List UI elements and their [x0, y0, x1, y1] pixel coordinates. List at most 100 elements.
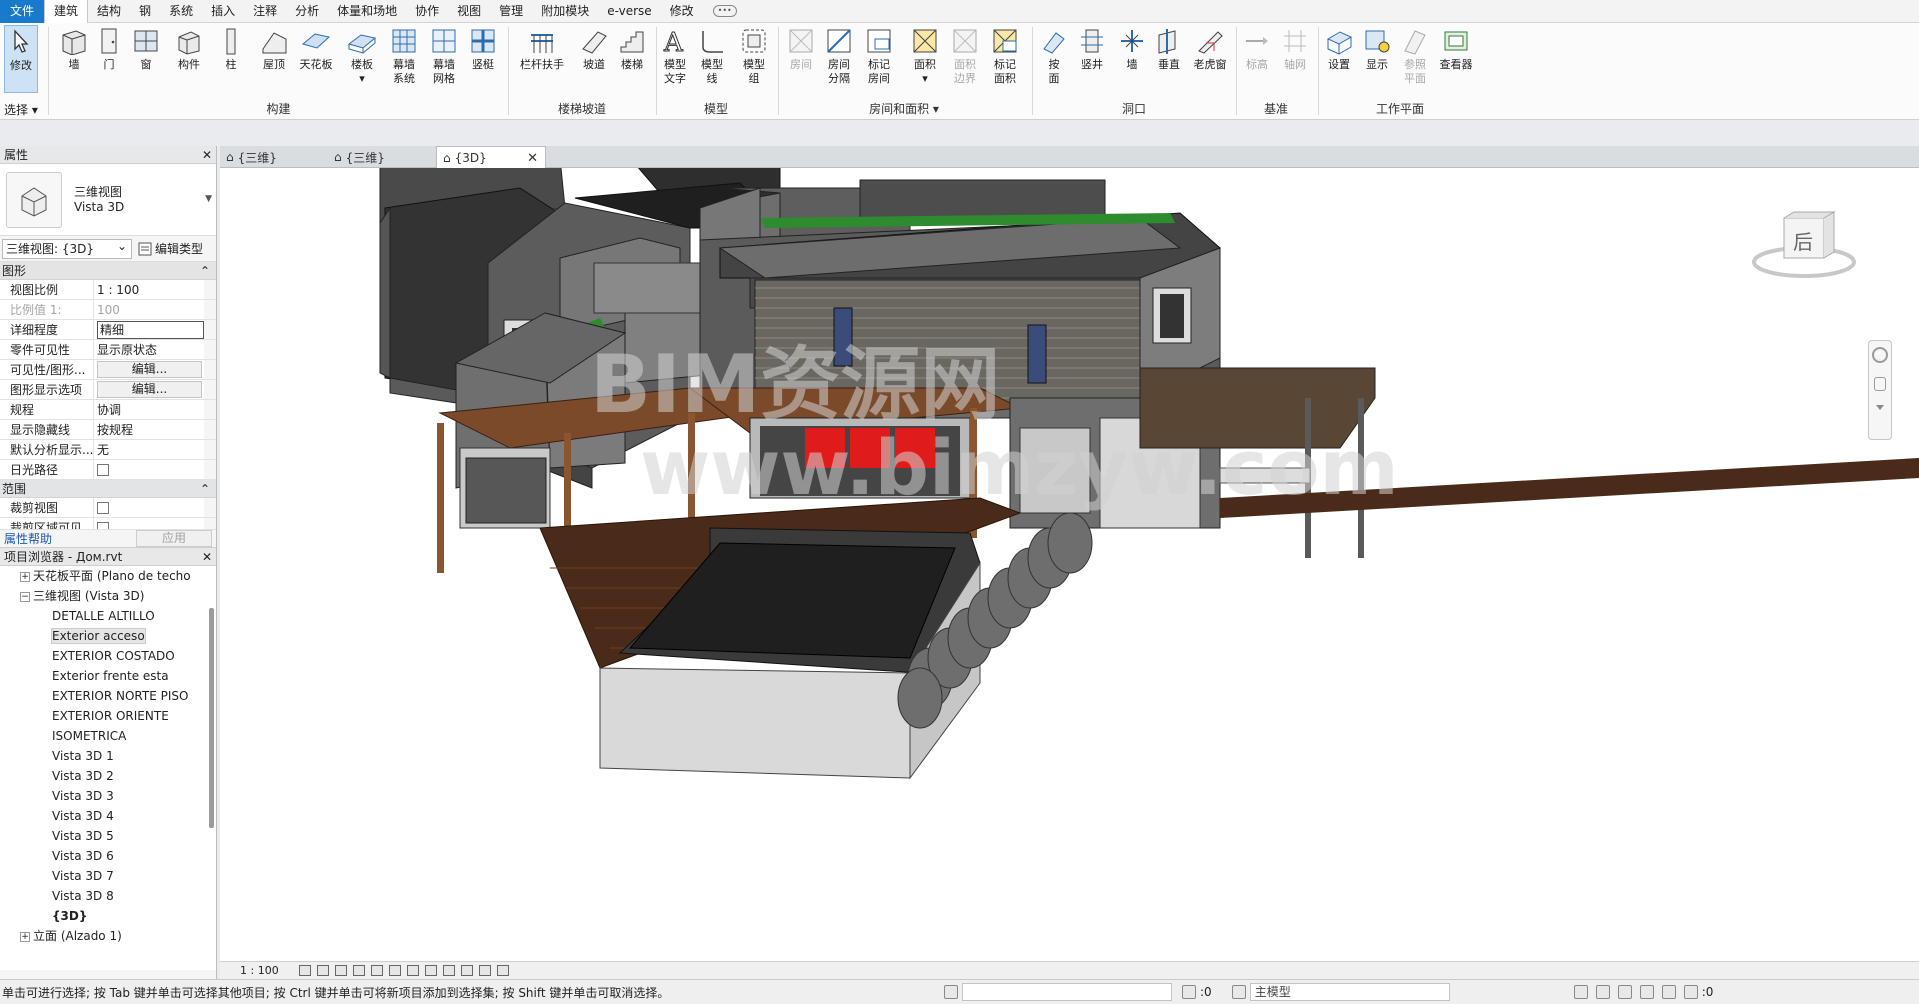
- level-button[interactable]: 标高: [1240, 25, 1274, 72]
- section-graphics[interactable]: 图形 ⌃: [0, 262, 216, 280]
- menu-tab[interactable]: 体量和场地: [328, 0, 406, 23]
- menu-tab[interactable]: 修改: [661, 0, 703, 23]
- window-button[interactable]: 窗: [130, 25, 162, 72]
- column-button[interactable]: 柱: [216, 25, 246, 72]
- temporary-hide-icon[interactable]: [442, 965, 455, 976]
- model-group-button[interactable]: 模型 组: [736, 25, 772, 86]
- menu-tab[interactable]: 分析: [286, 0, 328, 23]
- tree-item[interactable]: Vista 3D 1: [0, 746, 216, 766]
- section-extents[interactable]: 范围 ⌃: [0, 480, 216, 498]
- area-button[interactable]: 面积 ▾: [906, 25, 944, 86]
- wall-opening-button[interactable]: 墙: [1116, 25, 1148, 72]
- zoom-icon[interactable]: [1874, 377, 1886, 391]
- floor-button[interactable]: 楼板 ▾: [344, 25, 380, 86]
- expand-toggle-icon[interactable]: +: [20, 931, 30, 942]
- close-icon[interactable]: ✕: [202, 148, 212, 162]
- property-value[interactable]: [94, 460, 204, 479]
- menu-tab[interactable]: 协作: [406, 0, 448, 23]
- property-value[interactable]: 按规程: [94, 420, 204, 439]
- property-value[interactable]: 1 : 100: [94, 280, 204, 299]
- tree-item[interactable]: {3D}: [0, 906, 216, 926]
- tree-item[interactable]: Vista 3D 7: [0, 866, 216, 886]
- room-area-group[interactable]: 房间和面积 ▾: [784, 100, 1024, 117]
- crop-view-icon[interactable]: [388, 965, 401, 976]
- tree-item[interactable]: + 天花板平面 (Plano de techo: [0, 566, 216, 586]
- set-work-plane-button[interactable]: 设置: [1322, 25, 1356, 72]
- sun-path-checkbox[interactable]: [97, 464, 109, 476]
- expand-toggle-icon[interactable]: +: [20, 571, 30, 582]
- menu-file[interactable]: 文件: [0, 0, 45, 23]
- property-value[interactable]: 显示原状态: [94, 340, 204, 359]
- reference-plane-button[interactable]: 参照 平面: [1398, 25, 1432, 86]
- property-value[interactable]: 编辑...: [94, 380, 204, 399]
- drag-elements-icon[interactable]: [1661, 985, 1676, 999]
- menu-tab[interactable]: 钢: [130, 0, 160, 23]
- vertical-opening-button[interactable]: 垂直: [1152, 25, 1186, 72]
- property-value[interactable]: 协调: [94, 400, 204, 419]
- expand-toggle-icon[interactable]: −: [20, 591, 30, 602]
- property-value[interactable]: 100: [94, 300, 204, 319]
- area-boundary-button[interactable]: 面积 边界: [948, 25, 982, 86]
- select-links-icon[interactable]: [1573, 985, 1588, 999]
- edit-button[interactable]: 编辑...: [97, 361, 202, 378]
- room-separator-button[interactable]: 房间 分隔: [822, 25, 856, 86]
- tree-item[interactable]: + 立面 (Alzado 1): [0, 926, 216, 946]
- chevron-down-icon[interactable]: [1876, 405, 1884, 410]
- menu-tab[interactable]: 结构: [88, 0, 130, 23]
- room-button[interactable]: 房间: [784, 25, 818, 72]
- highlight-displacement-icon[interactable]: [496, 965, 509, 976]
- select-by-face-icon[interactable]: [1639, 985, 1654, 999]
- stair-button[interactable]: 楼梯: [616, 25, 648, 72]
- edit-type-button[interactable]: 编辑类型: [138, 240, 203, 257]
- view-tab[interactable]: ⌂ {三维}: [220, 146, 326, 168]
- crop-region-icon[interactable]: [406, 965, 419, 976]
- extent-checkbox[interactable]: [97, 522, 109, 529]
- tree-item[interactable]: Vista 3D 8: [0, 886, 216, 906]
- ramp-button[interactable]: 坡道: [578, 25, 610, 72]
- select-dropdown[interactable]: 选择 ▾: [4, 101, 38, 118]
- property-value[interactable]: 精细: [94, 320, 204, 339]
- ribbon-toggle-icon[interactable]: •••: [712, 5, 737, 17]
- filter-icon[interactable]: [1683, 985, 1698, 999]
- editable-icon[interactable]: [1182, 985, 1196, 999]
- curtain-grid-button[interactable]: 幕墙 网格: [426, 25, 462, 86]
- reveal-hidden-icon[interactable]: [460, 965, 473, 976]
- view-scale[interactable]: 1 : 100: [240, 964, 279, 977]
- tag-room-button[interactable]: 标记 房间: [862, 25, 896, 86]
- design-option-icon[interactable]: [1231, 985, 1246, 999]
- detail-level-field[interactable]: 精细: [97, 321, 204, 339]
- edit-button[interactable]: 编辑...: [97, 381, 202, 398]
- by-face-button[interactable]: 按 面: [1038, 25, 1070, 86]
- menu-tab[interactable]: 建筑: [44, 0, 89, 23]
- property-value[interactable]: 无: [94, 440, 204, 459]
- workset-icon[interactable]: [944, 985, 958, 999]
- view-tab[interactable]: ⌂ {3D} ✕: [436, 146, 546, 169]
- wall-button[interactable]: 墙: [56, 25, 92, 72]
- 3d-viewport[interactable]: BIM资源网 www.bimzyw.com 后: [220, 168, 1919, 961]
- design-option-field[interactable]: 主模型: [1249, 983, 1450, 1001]
- shadows-icon[interactable]: [352, 965, 365, 976]
- tree-item[interactable]: Vista 3D 3: [0, 786, 216, 806]
- tree-item[interactable]: EXTERIOR NORTE PISO: [0, 686, 216, 706]
- tree-item[interactable]: Vista 3D 5: [0, 826, 216, 846]
- grid-button[interactable]: 轴网: [1278, 25, 1312, 72]
- curtain-system-button[interactable]: 幕墙 系统: [386, 25, 422, 86]
- dormer-button[interactable]: 老虎窗: [1190, 25, 1230, 72]
- detail-level-icon[interactable]: [298, 965, 311, 976]
- ceiling-button[interactable]: 天花板: [296, 25, 336, 72]
- analysis-display-icon[interactable]: [478, 965, 491, 976]
- menu-tab[interactable]: 插入: [202, 0, 244, 23]
- viewer-button[interactable]: 查看器: [1436, 25, 1476, 72]
- tree-item[interactable]: Exterior frente esta: [0, 666, 216, 686]
- door-button[interactable]: 门: [94, 25, 124, 72]
- model-line-button[interactable]: 模型 线: [696, 25, 728, 86]
- tree-item[interactable]: − 三维视图 (Vista 3D): [0, 586, 216, 606]
- view-tab[interactable]: ⌂ {三维}: [328, 146, 434, 168]
- tree-item[interactable]: EXTERIOR COSTADO: [0, 646, 216, 666]
- menu-tab[interactable]: 附加模块: [532, 0, 598, 23]
- menu-tab[interactable]: 管理: [490, 0, 532, 23]
- tree-item[interactable]: Vista 3D 2: [0, 766, 216, 786]
- component-button[interactable]: 构件: [172, 25, 206, 72]
- close-icon[interactable]: ✕: [202, 550, 212, 564]
- mullion-button[interactable]: 竖梃: [466, 25, 500, 72]
